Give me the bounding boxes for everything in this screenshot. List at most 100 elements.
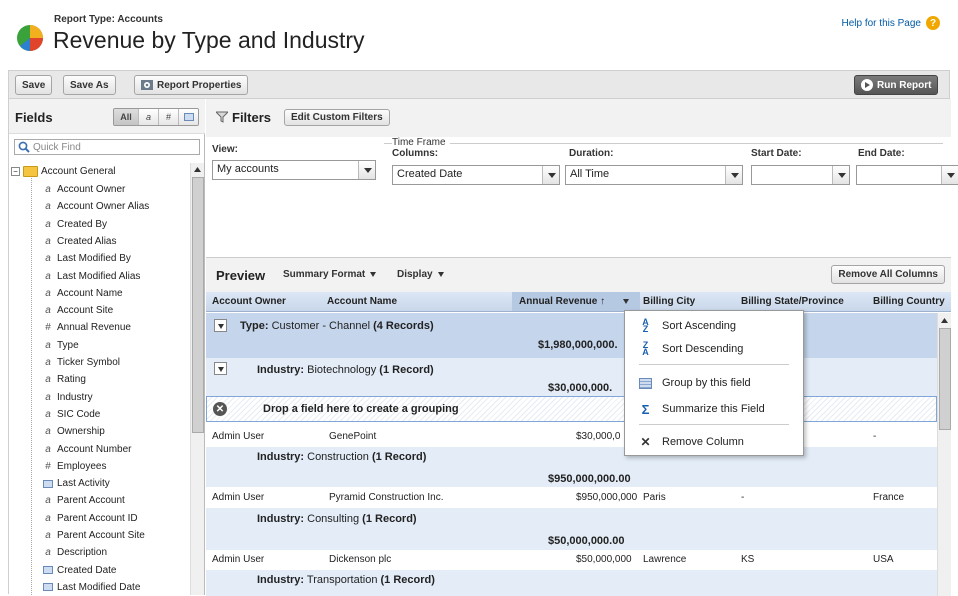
quick-find-input[interactable]: Quick Find	[14, 139, 200, 155]
grouping-drop-zone[interactable]: ✕ Drop a field here to create a grouping	[206, 396, 937, 422]
scroll-thumb[interactable]	[192, 177, 204, 433]
help-icon[interactable]: ?	[926, 16, 940, 30]
tab-all[interactable]: All	[114, 109, 138, 125]
group-by-label: Group by this field	[662, 377, 751, 389]
field-item[interactable]: a Ticker Symbol	[43, 354, 120, 371]
table-row[interactable]: Admin User Pyramid Construction Inc. $95…	[206, 489, 937, 507]
text-field-icon: a	[45, 253, 51, 265]
display-menu[interactable]: Display	[397, 269, 444, 280]
menu-item-group-by[interactable]: Group by this field	[639, 373, 751, 393]
sort-ascending-icon: AZ	[642, 317, 649, 334]
field-item[interactable]: a Created By	[43, 216, 107, 233]
field-item[interactable]: a Account Owner	[43, 181, 125, 198]
field-item[interactable]: Created Date	[43, 562, 116, 579]
field-item[interactable]: Last Modified Date	[43, 579, 140, 596]
column-header-billing-city[interactable]: Billing City	[643, 296, 695, 307]
menu-item-sort-ascending[interactable]: AZ Sort Ascending	[639, 316, 736, 336]
cell-state: KS	[741, 554, 755, 565]
field-item[interactable]: a Created Alias	[43, 233, 116, 250]
text-field-icon: a	[45, 218, 51, 230]
fields-title: Fields	[15, 110, 53, 125]
column-header-account-owner[interactable]: Account Owner	[212, 296, 286, 307]
field-item[interactable]: a Parent Account ID	[43, 510, 137, 527]
folder-account-general[interactable]: − Account General	[11, 163, 116, 179]
field-item[interactable]: a Rating	[43, 371, 86, 388]
scroll-thumb[interactable]	[939, 328, 951, 430]
save-as-button[interactable]: Save As	[63, 75, 116, 95]
report-builder: Fields All a # Quick Find − Account Gene…	[8, 98, 958, 596]
field-item[interactable]: a Parent Account Site	[43, 527, 145, 544]
number-field-icon: #	[45, 460, 51, 472]
scroll-up-icon[interactable]	[940, 316, 949, 325]
view-select[interactable]: My accounts	[212, 160, 376, 180]
columns-value: Created Date	[397, 168, 463, 180]
report-properties-button[interactable]: Report Properties	[134, 75, 249, 95]
field-item[interactable]: a Account Owner Alias	[43, 198, 149, 215]
industry-label: Industry:	[257, 364, 305, 376]
summarize-label: Summarize this Field	[662, 403, 765, 415]
duration-select[interactable]: All Time	[565, 165, 743, 185]
field-item[interactable]: a Last Modified By	[43, 250, 131, 267]
preview-section: Preview Summary Format Display Remove Al…	[206, 257, 951, 596]
start-date-select[interactable]	[751, 165, 850, 185]
collapse-icon[interactable]	[214, 362, 227, 375]
menu-item-remove-column[interactable]: ✕ Remove Column	[639, 432, 743, 452]
tab-number[interactable]: #	[158, 109, 178, 125]
collapse-icon[interactable]: −	[11, 166, 20, 176]
time-frame-label: Time Frame	[392, 137, 450, 148]
industry-value: Transportation	[306, 574, 378, 586]
help-link-label[interactable]: Help for this Page	[842, 18, 922, 29]
field-item-label: Type	[57, 339, 79, 351]
field-item[interactable]: a Type	[43, 337, 79, 354]
text-field-icon: a	[45, 443, 51, 455]
field-item-label: Created By	[57, 218, 108, 230]
field-item-label: Account Number	[57, 443, 132, 455]
field-item[interactable]: a Ownership	[43, 423, 105, 440]
menu-item-sort-descending[interactable]: ZA Sort Descending	[639, 339, 743, 359]
folder-label: Account General	[41, 165, 116, 177]
tab-text[interactable]: a	[138, 109, 158, 125]
run-report-button[interactable]: Run Report	[854, 75, 939, 95]
collapse-icon[interactable]	[214, 319, 227, 332]
field-item[interactable]: a Industry	[43, 389, 93, 406]
field-item-label: Industry	[57, 391, 93, 403]
field-item[interactable]: # Employees	[43, 458, 106, 475]
columns-select[interactable]: Created Date	[392, 165, 560, 185]
chevron-down-icon	[437, 272, 444, 277]
preview-scrollbar[interactable]	[937, 313, 951, 596]
table-row[interactable]: Admin User Dickenson plc $50,000,000 Law…	[206, 551, 937, 569]
remove-all-columns-button[interactable]: Remove All Columns	[831, 265, 945, 284]
tab-date[interactable]	[178, 109, 198, 125]
end-date-select[interactable]	[856, 165, 958, 185]
field-item[interactable]: a Last Modified Alias	[43, 268, 140, 285]
field-item[interactable]: # Annual Revenue	[43, 319, 131, 336]
field-item[interactable]: a Description	[43, 544, 107, 561]
field-item-label: Last Activity	[57, 478, 110, 490]
summary-format-menu[interactable]: Summary Format	[283, 269, 377, 280]
save-button[interactable]: Save	[15, 75, 53, 95]
cell-city: Paris	[643, 492, 666, 503]
type-group-label: Type: Customer - Channel (4 Records)	[240, 320, 434, 332]
field-item[interactable]: Last Activity	[43, 475, 110, 492]
field-item[interactable]: a Account Name	[43, 285, 122, 302]
help-link[interactable]: Help for this Page ?	[842, 16, 940, 30]
menu-item-summarize[interactable]: Σ Summarize this Field	[639, 399, 765, 419]
close-icon[interactable]: ✕	[213, 402, 227, 416]
column-menu-icon[interactable]	[623, 299, 629, 304]
column-header-billing-country[interactable]: Billing Country	[873, 296, 945, 307]
fields-scrollbar[interactable]	[190, 163, 204, 595]
field-item[interactable]: a SIC Code	[43, 406, 100, 423]
summary-format-label: Summary Format	[283, 269, 366, 280]
field-item[interactable]: a Account Site	[43, 302, 113, 319]
text-field-icon: a	[45, 391, 51, 403]
table-row[interactable]: Admin User GenePoint $30,000,0 -	[206, 428, 937, 446]
edit-custom-filters-button[interactable]: Edit Custom Filters	[284, 109, 390, 126]
field-item[interactable]: a Parent Account	[43, 492, 125, 509]
sort-ascending-label: Sort Ascending	[662, 320, 736, 332]
field-item[interactable]: a Account Number	[43, 441, 131, 458]
cell-account-name: Dickenson plc	[329, 554, 392, 565]
column-header-billing-state[interactable]: Billing State/Province	[741, 296, 844, 307]
column-header-annual-revenue[interactable]: Annual Revenue ↑	[519, 296, 605, 307]
scroll-up-icon[interactable]	[193, 165, 202, 174]
column-header-account-name[interactable]: Account Name	[327, 296, 397, 307]
